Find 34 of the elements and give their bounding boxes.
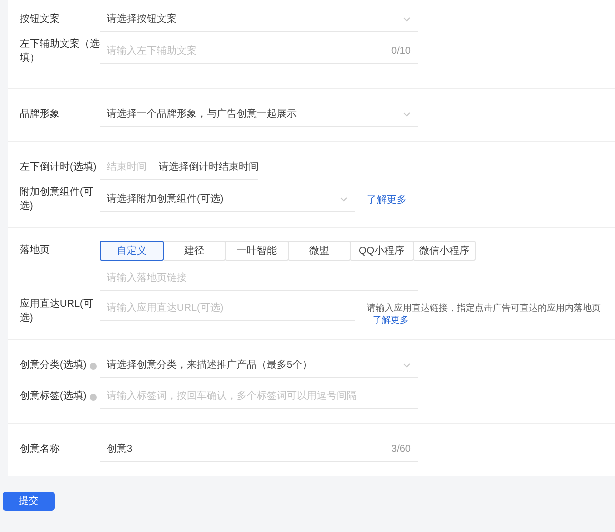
field-label: 落地页	[20, 244, 50, 258]
select-field[interactable]: 请选择创意分类，来描述推广产品（最多5个）	[100, 354, 418, 378]
select-field[interactable]: 请选择按钮文案	[100, 8, 418, 32]
field-label: 应用直达URL(可选)	[20, 298, 94, 326]
chevron-down-icon	[403, 112, 411, 117]
field-label: 左下倒计时(选填)	[20, 161, 97, 175]
tab[interactable]: 建径	[162, 241, 226, 261]
input-field[interactable]: 创意3 3/60	[100, 438, 418, 462]
tab[interactable]: 微信小程序	[412, 241, 476, 261]
tab[interactable]: 微盟	[288, 241, 351, 261]
field-label: 创意名称	[20, 443, 60, 457]
field-label: 创意分类(选填)	[20, 359, 87, 373]
info-icon[interactable]	[90, 394, 97, 400]
select-field[interactable]: 请选择附加创意组件(可选)	[100, 188, 355, 212]
learn-more-link[interactable]: 了解更多	[373, 315, 409, 325]
info-icon[interactable]	[90, 362, 97, 370]
date-range-field[interactable]: 结束时间 请选择倒计时结束时间	[100, 156, 258, 180]
field-label: 品牌形象	[20, 108, 60, 122]
chevron-down-icon	[340, 197, 348, 202]
select-field[interactable]: 请选择一个品牌形象，与广告创意一起展示	[100, 103, 418, 127]
field-label: 创意标签(选填)	[20, 390, 87, 404]
field-label: 附加创意组件(可选)	[20, 186, 94, 214]
tab[interactable]: QQ小程序	[350, 241, 414, 261]
learn-more-link[interactable]: 了解更多	[367, 192, 407, 208]
field-label: 左下辅助文案（选填）	[20, 38, 100, 66]
chevron-down-icon	[403, 17, 411, 22]
hint-text: 请输入应用直达链接，指定点击广告可直达的应用内落地页	[367, 303, 601, 313]
character-counter: 3/60	[392, 443, 411, 457]
tab[interactable]: 自定义	[100, 241, 164, 261]
submit-button[interactable]: 提交	[3, 492, 55, 511]
tab[interactable]: 一叶智能	[225, 241, 288, 261]
chevron-down-icon	[403, 363, 411, 368]
character-counter: 0/10	[392, 45, 411, 59]
field-label: 按钮文案	[20, 13, 60, 27]
